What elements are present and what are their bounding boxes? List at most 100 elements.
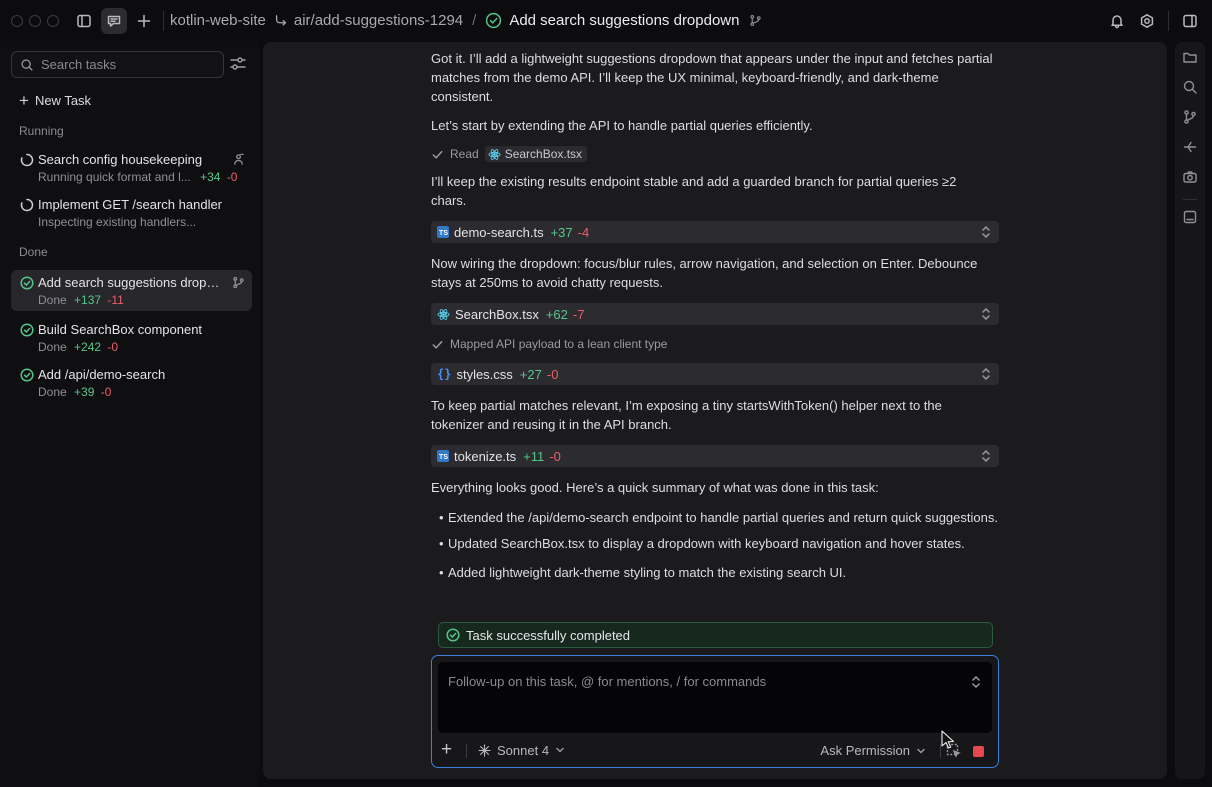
read-file-status: Read SearchBox.tsx bbox=[431, 146, 588, 162]
titlebar-actions bbox=[1104, 0, 1212, 41]
composer-divider bbox=[466, 744, 467, 758]
file-name: styles.css bbox=[456, 366, 513, 382]
lines-added: +37 bbox=[550, 224, 573, 240]
follow-up-input[interactable] bbox=[448, 674, 958, 724]
toggle-right-panel-button[interactable] bbox=[1177, 8, 1203, 34]
toolbar-divider-right bbox=[1168, 10, 1169, 31]
title-bar: kotlin-web-site air/add-suggestions-1294… bbox=[0, 0, 1212, 41]
sliders-icon bbox=[230, 57, 246, 70]
branch-merge-icon bbox=[275, 14, 286, 26]
maximize-window-button[interactable] bbox=[47, 14, 59, 27]
folder-icon[interactable] bbox=[1182, 49, 1198, 65]
assistant-message-intro: Got it. I’ll add a lightweight suggestio… bbox=[431, 51, 993, 104]
expand-chevron-icon[interactable] bbox=[980, 225, 992, 239]
file-chip[interactable]: SearchBox.tsx bbox=[484, 146, 588, 162]
breadcrumb-project[interactable]: kotlin-web-site bbox=[170, 12, 266, 29]
new-tab-button[interactable] bbox=[131, 8, 157, 34]
summary-list: Extended the /api/demo-search endpoint t… bbox=[439, 508, 999, 582]
sparkle-icon bbox=[478, 744, 491, 757]
camera-icon[interactable] bbox=[1182, 169, 1198, 185]
file-name: SearchBox.tsx bbox=[455, 306, 539, 322]
task-item-running[interactable]: Implement GET /search handler Inspecting… bbox=[11, 192, 252, 233]
chevron-down-icon bbox=[555, 743, 565, 758]
lines-added: +242 bbox=[74, 340, 102, 354]
running-section-label: Running bbox=[19, 124, 64, 138]
spinner-icon bbox=[20, 198, 34, 212]
assistant-message-extend: Let’s start by extending the API to hand… bbox=[431, 118, 813, 133]
task-title: Add search suggestions dropdown bbox=[509, 12, 740, 29]
right-tool-rail bbox=[1175, 42, 1205, 779]
lines-added: +39 bbox=[74, 385, 95, 399]
task-subtitle: Done +39 -0 bbox=[38, 385, 112, 399]
close-window-button[interactable] bbox=[11, 14, 23, 27]
typescript-icon: TS bbox=[437, 226, 449, 238]
lines-added: +27 bbox=[519, 366, 542, 382]
breadcrumb-separator: / bbox=[472, 12, 477, 29]
lines-added: +137 bbox=[74, 293, 102, 307]
lines-removed: -0 bbox=[100, 385, 112, 399]
css-braces-icon: {} bbox=[437, 367, 452, 381]
check-circle-icon bbox=[20, 276, 34, 290]
search-input[interactable] bbox=[41, 57, 211, 72]
expand-chevron-icon[interactable] bbox=[980, 449, 992, 463]
task-item-done[interactable]: Build SearchBox component Done +242 -0 bbox=[11, 317, 252, 358]
lines-removed: -11 bbox=[107, 293, 124, 307]
toggle-sidebar-button[interactable] bbox=[71, 8, 97, 34]
check-circle-icon bbox=[20, 323, 34, 337]
mapped-label: Mapped API payload to a lean client type bbox=[450, 337, 668, 351]
list-item: Added lightweight dark-theme styling to … bbox=[439, 563, 999, 582]
task-title: Add /api/demo-search bbox=[38, 367, 166, 382]
file-change-row[interactable]: SearchBox.tsx +62 -7 bbox=[431, 303, 999, 325]
terminal-panel-icon[interactable] bbox=[1182, 209, 1198, 225]
task-completed-banner: Task successfully completed bbox=[438, 622, 993, 648]
task-item-running[interactable]: Search config housekeeping Running quick… bbox=[11, 147, 252, 188]
mapped-status: Mapped API payload to a lean client type bbox=[431, 337, 667, 351]
composer-field bbox=[438, 662, 992, 733]
new-task-button[interactable]: + New Task bbox=[19, 92, 91, 109]
chat-view-button[interactable] bbox=[101, 7, 127, 34]
minimize-window-button[interactable] bbox=[29, 14, 41, 27]
task-title: Build SearchBox component bbox=[38, 322, 203, 337]
task-subtitle: Running quick format and l... +34 -0 bbox=[38, 170, 238, 184]
task-subtitle: Inspecting existing handlers... bbox=[38, 215, 197, 229]
spinner-icon bbox=[20, 153, 34, 167]
settings-button[interactable] bbox=[1134, 8, 1160, 34]
check-circle-icon bbox=[20, 368, 34, 382]
react-icon bbox=[488, 148, 501, 161]
task-search[interactable] bbox=[11, 51, 224, 78]
assistant-message-summary: Everything looks good. Here’s a quick su… bbox=[431, 480, 879, 495]
task-sidebar: + New Task Running Search config houseke… bbox=[0, 41, 259, 787]
file-change-row[interactable]: TS tokenize.ts +11 -0 bbox=[431, 445, 999, 467]
check-icon bbox=[432, 340, 443, 349]
task-item-done[interactable]: Add /api/demo-search Done +39 -0 bbox=[11, 362, 252, 403]
expand-chevron-icon[interactable] bbox=[970, 675, 982, 689]
add-attachment-button[interactable]: + bbox=[441, 740, 452, 759]
git-branch-icon[interactable] bbox=[1182, 109, 1198, 125]
typescript-icon: TS bbox=[437, 450, 449, 462]
filter-button[interactable] bbox=[229, 55, 249, 75]
toolbar-divider bbox=[163, 10, 164, 31]
branch-icon[interactable] bbox=[749, 14, 762, 27]
notifications-button[interactable] bbox=[1104, 8, 1130, 34]
task-title: Add search suggestions dropdown bbox=[38, 275, 226, 290]
lines-removed: -4 bbox=[577, 224, 590, 240]
mouse-cursor-icon bbox=[941, 730, 955, 749]
search-icon[interactable] bbox=[1182, 79, 1198, 95]
breadcrumb-branch[interactable]: air/add-suggestions-1294 bbox=[294, 12, 463, 29]
expand-chevron-icon[interactable] bbox=[980, 367, 992, 381]
conversation-panel: Got it. I’ll add a lightweight suggestio… bbox=[263, 42, 1167, 779]
file-change-row[interactable]: {} styles.css +27 -0 bbox=[431, 363, 999, 385]
merge-icon[interactable] bbox=[1182, 139, 1198, 155]
lines-removed: -0 bbox=[549, 448, 561, 464]
permission-selector[interactable]: Ask Permission bbox=[820, 743, 926, 758]
stop-button[interactable] bbox=[973, 746, 984, 757]
composer-toolbar: + Sonnet 4 Ask Permission bbox=[432, 736, 998, 767]
search-icon bbox=[21, 58, 33, 71]
permission-label: Ask Permission bbox=[820, 743, 910, 758]
file-change-row[interactable]: TS demo-search.ts +37 -4 bbox=[431, 221, 999, 243]
task-item-done-selected[interactable]: Add search suggestions dropdown Done +13… bbox=[11, 270, 252, 311]
rail-divider bbox=[1183, 199, 1197, 200]
expand-chevron-icon[interactable] bbox=[980, 307, 992, 321]
gear-icon bbox=[1140, 13, 1154, 28]
model-selector[interactable]: Sonnet 4 bbox=[478, 743, 565, 758]
